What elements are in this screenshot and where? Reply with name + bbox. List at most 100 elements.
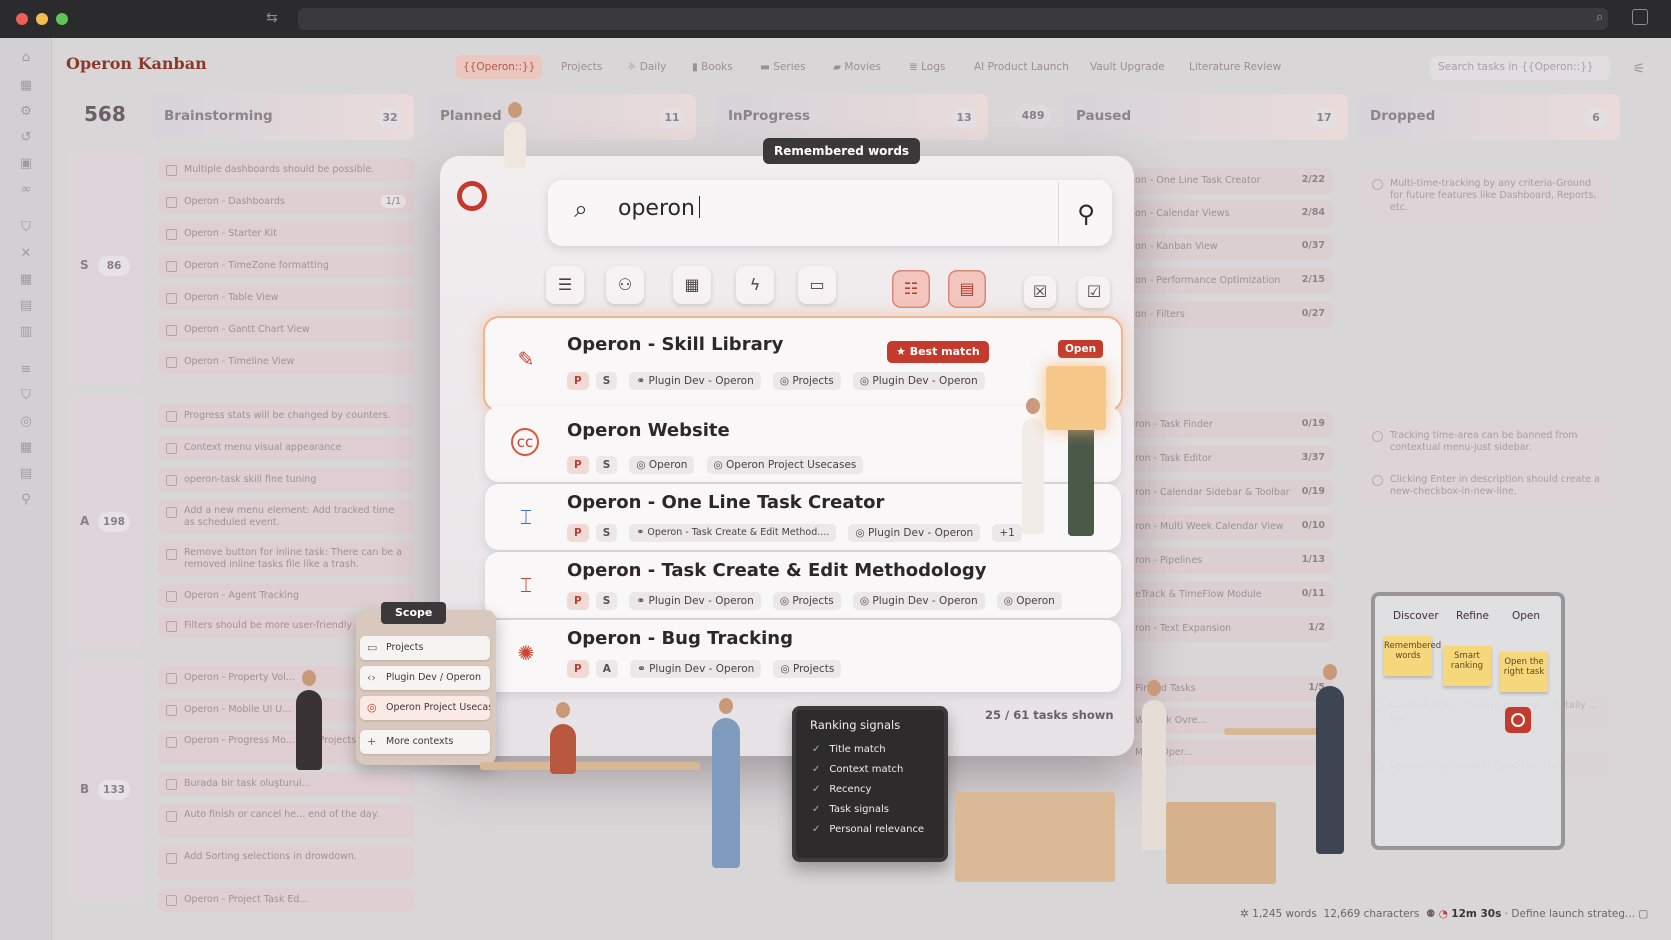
lane-b[interactable]: B 133 xyxy=(68,660,144,900)
timer-value[interactable]: 12m 30s xyxy=(1451,908,1501,920)
filter-icon[interactable]: ⛉ xyxy=(16,218,36,238)
task-card[interactable]: Clicking Enter in description should cre… xyxy=(1362,466,1612,506)
context-chip[interactable]: ◎ Operon Project Usecases xyxy=(706,455,864,474)
task-card[interactable]: Operon - Starter Kit xyxy=(158,222,414,246)
context-chip[interactable]: ◎ Projects xyxy=(772,371,841,390)
book-icon[interactable]: ▤ xyxy=(16,464,36,484)
context-chip[interactable]: ◎ Plugin Dev - Operon xyxy=(848,523,981,542)
task-card[interactable]: Operon - Timeline View xyxy=(158,350,414,374)
tab-operon[interactable]: {{Operon::}} xyxy=(456,55,543,79)
result-skill-library[interactable]: ✎ Operon - Skill Library PS ⚭ Plugin Dev… xyxy=(485,318,1121,410)
search-input[interactable]: operon xyxy=(618,196,700,221)
task-card[interactable]: on - Performance Optimization 2/15 xyxy=(1123,268,1333,294)
column-dropped[interactable]: Dropped 6 xyxy=(1358,94,1620,140)
filter-icon[interactable]: ⛉ xyxy=(16,386,36,406)
task-card[interactable]: Context menu visual appearance xyxy=(158,436,414,460)
book-icon[interactable]: ▤ xyxy=(16,296,36,316)
current-task[interactable]: · Define launch strateg... xyxy=(1505,908,1635,920)
window-icon[interactable]: ▢ xyxy=(1638,908,1648,920)
task-card[interactable]: ron - Pipelines 1/13 xyxy=(1123,548,1333,574)
tab-logs[interactable]: ≣ Logs xyxy=(902,55,952,79)
task-card[interactable]: operon-task skill fine tuning xyxy=(158,468,414,492)
calendar-icon[interactable]: ▦ xyxy=(673,266,711,304)
context-chip[interactable]: ⚭ Plugin Dev - Operon xyxy=(629,371,761,390)
context-chip[interactable]: ◎ Projects xyxy=(773,659,842,678)
lane-a[interactable]: A 198 xyxy=(68,396,144,648)
column-brainstorming[interactable]: Brainstorming 32 xyxy=(152,94,414,140)
filter-list-icon[interactable]: ☰ xyxy=(546,266,584,304)
context-chip[interactable]: ⚭ Operon - Task Create & Edit Method.... xyxy=(629,523,837,542)
hierarchy-icon[interactable]: ⚇ xyxy=(606,266,644,304)
lane-s[interactable]: S 86 xyxy=(68,152,144,384)
gear-icon[interactable]: ⚙ xyxy=(16,102,36,122)
context-chip[interactable]: ◎ Operon xyxy=(996,591,1062,610)
task-card[interactable]: Operon - Dashboards 1/1 xyxy=(158,190,414,214)
task-card[interactable]: Burada bir task oluşturul... xyxy=(158,772,414,796)
task-card[interactable]: ron - Text Expansion 1/2 xyxy=(1123,616,1333,642)
column-planned[interactable]: Planned 11 xyxy=(428,94,696,140)
target-icon[interactable]: ◎ xyxy=(16,412,36,432)
link-icon[interactable]: ∞ xyxy=(16,180,36,200)
task-card[interactable]: Add Sorting selections in drowdown. xyxy=(158,846,414,880)
calendar-icon[interactable]: ▦ xyxy=(16,270,36,290)
result-task-create-edit-methodology[interactable]: ⌶ Operon - Task Create & Edit Methodolog… xyxy=(485,552,1121,618)
task-card[interactable]: Progress stats will be changed by counte… xyxy=(158,404,414,428)
tab-literature-review[interactable]: Literature Review xyxy=(1182,55,1288,79)
context-chip[interactable]: ◎ Operon xyxy=(629,455,695,474)
task-card[interactable]: Operon - TimeZone formatting xyxy=(158,254,414,278)
task-card[interactable]: eTrack & TimeFlow Module 0/11 xyxy=(1123,582,1333,608)
task-card[interactable]: on - Kanban View 0/37 xyxy=(1123,234,1333,260)
more-chip[interactable]: +1 xyxy=(992,523,1022,542)
zoom-window-button[interactable] xyxy=(56,13,68,25)
pin-icon[interactable]: ⚲ xyxy=(16,490,36,510)
tools-icon[interactable]: ✕ xyxy=(16,244,36,264)
task-card[interactable]: Auto finish or cancel he... end of the d… xyxy=(158,804,414,838)
task-card[interactable]: on - Calendar Views 2/84 xyxy=(1123,201,1333,227)
search-tasks-input[interactable]: Search tasks in {{Operon::}} xyxy=(1430,56,1610,80)
task-card[interactable]: Operon - Project Task Ed... xyxy=(158,888,414,912)
document-icon[interactable]: ▤ xyxy=(948,270,986,308)
clear-icon[interactable]: ☒ xyxy=(1024,276,1056,308)
tab-movies[interactable]: ▰ Movies xyxy=(826,55,888,79)
close-window-button[interactable] xyxy=(16,13,28,25)
calendar-icon[interactable]: ▦ xyxy=(16,76,36,96)
column-inprogress[interactable]: InProgress 13 xyxy=(716,94,988,140)
context-chip[interactable]: ⚭ Plugin Dev - Operon xyxy=(629,591,761,610)
forward-icon[interactable]: ⇆ xyxy=(266,10,278,26)
book-icon[interactable]: ▥ xyxy=(16,322,36,342)
lightning-icon[interactable]: ϟ xyxy=(736,266,774,304)
task-card[interactable]: Multi-time-tracking by any criteria-Grou… xyxy=(1362,170,1612,222)
tab-series[interactable]: ▬ Series xyxy=(753,55,813,79)
history-icon[interactable]: ↺ xyxy=(16,128,36,148)
task-card[interactable]: ron - Task Finder 0/19 xyxy=(1123,412,1333,438)
task-card[interactable]: on - Filters 0/27 xyxy=(1123,302,1333,328)
task-card[interactable]: Operon - Gantt Chart View xyxy=(158,318,414,342)
scope-item-plugin-dev[interactable]: ‹› Plugin Dev / Operon xyxy=(360,666,490,690)
tab-projects[interactable]: Projects xyxy=(554,55,609,79)
task-card[interactable]: Operon - Table View xyxy=(158,286,414,310)
task-card[interactable]: Add a new menu element: Add tracked time… xyxy=(158,500,414,534)
context-chip[interactable]: ◎ Plugin Dev - Operon xyxy=(852,591,985,610)
checkbox-icon[interactable]: ☑ xyxy=(1078,276,1110,308)
sliders-icon[interactable]: ⚟ xyxy=(1628,58,1650,80)
task-card[interactable]: ron - Multi Week Calendar View 0/10 xyxy=(1123,514,1333,540)
sidebar-toggle-icon[interactable] xyxy=(1632,9,1648,25)
scope-item-more[interactable]: + More contexts xyxy=(360,730,490,754)
context-chip[interactable]: ◎ Plugin Dev - Operon xyxy=(852,371,985,390)
context-chip[interactable]: ⚭ Plugin Dev - Operon xyxy=(629,659,762,678)
folder-icon[interactable]: ▭ xyxy=(798,266,836,304)
omnibar[interactable] xyxy=(298,8,1608,30)
task-card[interactable]: on - One Line Task Creator 2/22 xyxy=(1123,168,1333,194)
tab-vault-upgrade[interactable]: Vault Upgrade xyxy=(1083,55,1172,79)
context-chip[interactable]: ◎ Projects xyxy=(772,591,841,610)
task-card[interactable]: ron - Task Editor 3/37 xyxy=(1123,446,1333,472)
scope-item-projects[interactable]: ▭ Projects xyxy=(360,636,490,660)
task-card[interactable]: ron - Calendar Sidebar & Toolbar 0/19 xyxy=(1123,480,1333,506)
home-icon[interactable]: ⌂ xyxy=(16,48,36,68)
task-card[interactable]: Multiple dashboards should be possible. xyxy=(158,158,414,182)
task-card[interactable]: Remove button for inline task: There can… xyxy=(158,542,414,576)
tab-ai-product-launch[interactable]: AI Product Launch xyxy=(967,55,1076,79)
search-icon[interactable]: ⚲ xyxy=(1066,194,1106,234)
open-button[interactable]: Open xyxy=(1058,340,1104,358)
task-card[interactable]: Operon - Agent Tracking xyxy=(158,584,414,608)
